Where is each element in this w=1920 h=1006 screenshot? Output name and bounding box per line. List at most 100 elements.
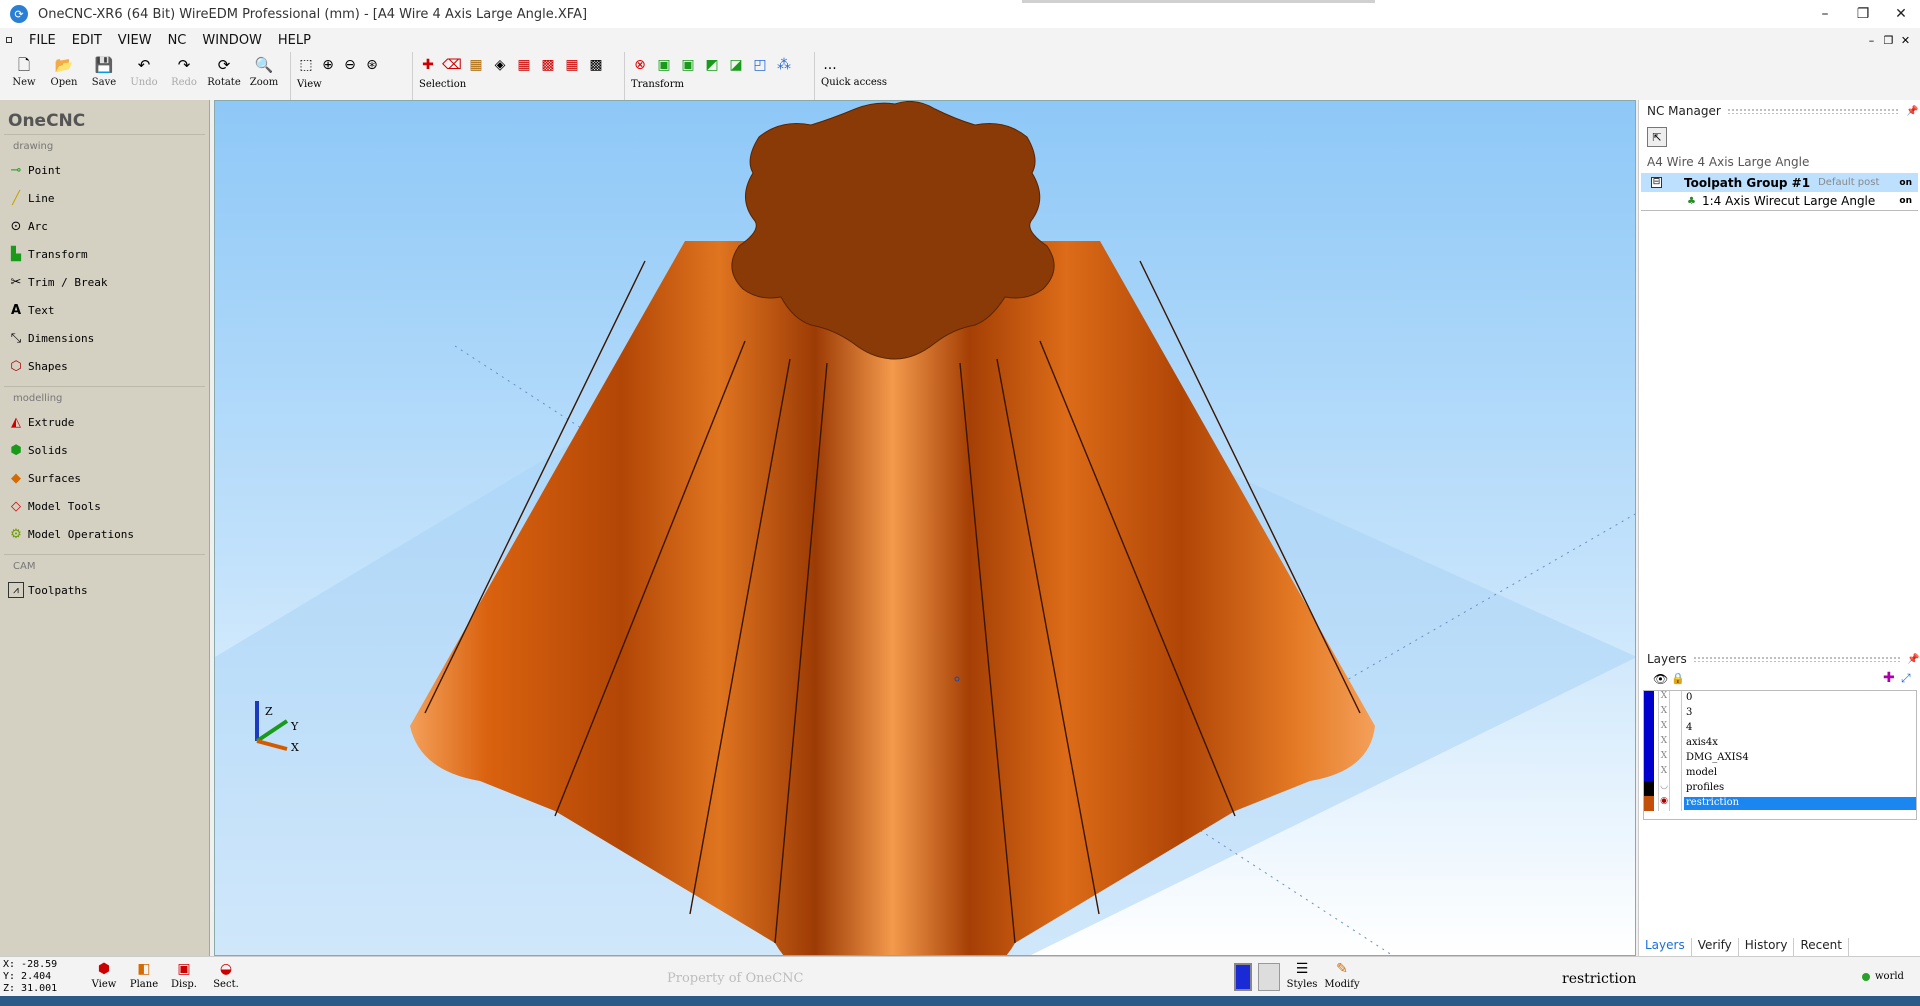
layer-color-swatch[interactable]: [1644, 781, 1654, 796]
quick-access-more-icon[interactable]: ...: [821, 56, 839, 74]
sidebar-item-shapes[interactable]: ⬡ Shapes: [0, 352, 209, 380]
select-grid3-icon[interactable]: ▦: [563, 56, 581, 74]
layer-row[interactable]: X4: [1644, 721, 1916, 736]
sidebar-item-extrude[interactable]: ◭ Extrude: [0, 408, 209, 436]
sidebar-item-line[interactable]: ╱ Line: [0, 184, 209, 212]
scale-icon[interactable]: ◰: [751, 56, 769, 74]
layer-row-selected[interactable]: ◉ restriction: [1644, 796, 1916, 811]
restore-button[interactable]: ❐: [1844, 0, 1882, 28]
document-restore-button[interactable]: ❐: [1880, 34, 1897, 47]
toolpath-operation-row[interactable]: ♣ 1:4 Axis Wirecut Large Angle on: [1641, 192, 1918, 211]
undo-button[interactable]: ↶ Undo: [126, 56, 162, 88]
pin-icon[interactable]: 📌: [1906, 106, 1920, 117]
layer-visibility-icon[interactable]: X: [1658, 736, 1670, 751]
tab-history[interactable]: History: [1739, 938, 1795, 956]
layer-visibility-icon[interactable]: X: [1658, 706, 1670, 721]
layer-visibility-icon[interactable]: X: [1658, 766, 1670, 781]
tab-verify[interactable]: Verify: [1692, 938, 1739, 956]
layer-color-swatch[interactable]: [1644, 706, 1654, 721]
status-plane-button[interactable]: ◧ Plane: [124, 961, 164, 990]
menu-window[interactable]: WINDOW: [194, 33, 270, 48]
layer-lock-cell[interactable]: [1672, 751, 1682, 766]
layer-visibility-icon[interactable]: X: [1658, 721, 1670, 736]
select-layer-icon[interactable]: ◈: [491, 56, 509, 74]
layer-row[interactable]: X DMG_AXIS4: [1644, 751, 1916, 766]
close-button[interactable]: ✕: [1882, 0, 1920, 28]
layer-row[interactable]: X3: [1644, 706, 1916, 721]
menu-edit[interactable]: EDIT: [64, 33, 110, 48]
layer-lock-cell[interactable]: [1672, 721, 1682, 736]
sidebar-item-model-operations[interactable]: ⚙ Model Operations: [0, 520, 209, 548]
select-grid-icon[interactable]: ▦: [515, 56, 533, 74]
lock-icon[interactable]: 🔒: [1671, 672, 1685, 685]
zoom-in-icon[interactable]: ⊕: [319, 56, 337, 74]
status-display-button[interactable]: ▣ Disp.: [164, 961, 204, 990]
delete-icon[interactable]: ⊗: [631, 56, 649, 74]
sidebar-item-text[interactable]: A Text: [0, 296, 209, 324]
menu-file[interactable]: FILE: [21, 33, 64, 48]
layer-lock-cell[interactable]: [1672, 766, 1682, 781]
visibility-eye-icon[interactable]: 👁: [1653, 672, 1668, 686]
translate-icon[interactable]: ▣: [655, 56, 673, 74]
select-chain-icon[interactable]: ▦: [467, 56, 485, 74]
layer-color-swatch[interactable]: [1644, 691, 1654, 706]
layer-color-swatch[interactable]: [1644, 721, 1654, 736]
minimize-button[interactable]: –: [1806, 0, 1844, 28]
layer-visibility-icon[interactable]: ◡: [1658, 781, 1670, 796]
layer-visibility-icon[interactable]: X: [1658, 751, 1670, 766]
document-menu-icon[interactable]: [6, 37, 12, 43]
document-minimize-button[interactable]: –: [1863, 34, 1880, 47]
layer-row[interactable]: ◡ profiles: [1644, 781, 1916, 796]
sidebar-item-model-tools[interactable]: ◇ Model Tools: [0, 492, 209, 520]
panel-grip[interactable]: [1726, 108, 1900, 114]
layer-visibility-icon[interactable]: X: [1658, 691, 1670, 706]
toolpath-group-row[interactable]: ⊟ Toolpath Group #1 Default post on: [1641, 173, 1918, 192]
sidebar-item-transform[interactable]: ▙ Transform: [0, 240, 209, 268]
offset-icon[interactable]: ⁂: [775, 56, 793, 74]
collapse-toggle-icon[interactable]: ⊟: [1651, 177, 1662, 188]
sidebar-item-solids[interactable]: ⬢ Solids: [0, 436, 209, 464]
zoom-button[interactable]: 🔍 Zoom: [246, 56, 282, 88]
document-close-button[interactable]: ✕: [1897, 34, 1914, 47]
sidebar-item-surfaces[interactable]: ◆ Surfaces: [0, 464, 209, 492]
menu-view[interactable]: VIEW: [110, 33, 160, 48]
save-button[interactable]: 💾 Save: [86, 56, 122, 88]
current-color-swatch[interactable]: [1234, 963, 1252, 991]
layers-grip[interactable]: [1692, 656, 1901, 662]
select-add-icon[interactable]: ✚: [419, 56, 437, 74]
line-style-swatch[interactable]: [1258, 963, 1280, 991]
select-clear-icon[interactable]: ⌫: [442, 56, 462, 74]
layer-row[interactable]: Xaxis4x: [1644, 736, 1916, 751]
tab-recent[interactable]: Recent: [1794, 938, 1849, 956]
layer-row[interactable]: X0: [1644, 691, 1916, 706]
rotate-button[interactable]: ⟳ Rotate: [206, 56, 242, 88]
new-button[interactable]: 🗋 New: [6, 56, 42, 88]
copy-translate-icon[interactable]: ▣: [679, 56, 697, 74]
status-view-button[interactable]: ⬢ View: [84, 961, 124, 990]
menu-nc[interactable]: NC: [160, 33, 195, 48]
status-modify-button[interactable]: ✎ Modify: [1322, 961, 1362, 990]
status-section-button[interactable]: ◒ Sect.: [206, 961, 246, 990]
zoom-out-icon[interactable]: ⊖: [341, 56, 359, 74]
layer-row[interactable]: Xmodel: [1644, 766, 1916, 781]
layer-visibility-icon[interactable]: ◉: [1658, 796, 1670, 811]
mirror-icon[interactable]: ◩: [703, 56, 721, 74]
redo-button[interactable]: ↷ Redo: [166, 56, 202, 88]
onecnc-app-icon[interactable]: ⟳: [10, 5, 28, 23]
3d-viewport[interactable]: Z Y X: [214, 100, 1636, 956]
zoom-fit-icon[interactable]: ⊛: [363, 56, 381, 74]
layer-color-swatch[interactable]: [1644, 736, 1654, 751]
status-styles-button[interactable]: ☰ Styles: [1282, 961, 1322, 990]
layer-lock-cell[interactable]: [1672, 736, 1682, 751]
layer-lock-cell[interactable]: [1672, 706, 1682, 721]
layer-lock-cell[interactable]: [1672, 781, 1682, 796]
select-grid4-icon[interactable]: ▩: [587, 56, 605, 74]
sidebar-item-toolpaths[interactable]: ⩘ Toolpaths: [0, 576, 209, 604]
open-button[interactable]: 📂 Open: [46, 56, 82, 88]
zoom-window-icon[interactable]: ⬚: [297, 56, 315, 74]
expand-icon[interactable]: ⤢: [1901, 671, 1911, 686]
select-grid2-icon[interactable]: ▩: [539, 56, 557, 74]
layers-pin-icon[interactable]: 📌: [1907, 654, 1920, 665]
rotate-entity-icon[interactable]: ◪: [727, 56, 745, 74]
sidebar-item-dimensions[interactable]: ⤡ Dimensions: [0, 324, 209, 352]
